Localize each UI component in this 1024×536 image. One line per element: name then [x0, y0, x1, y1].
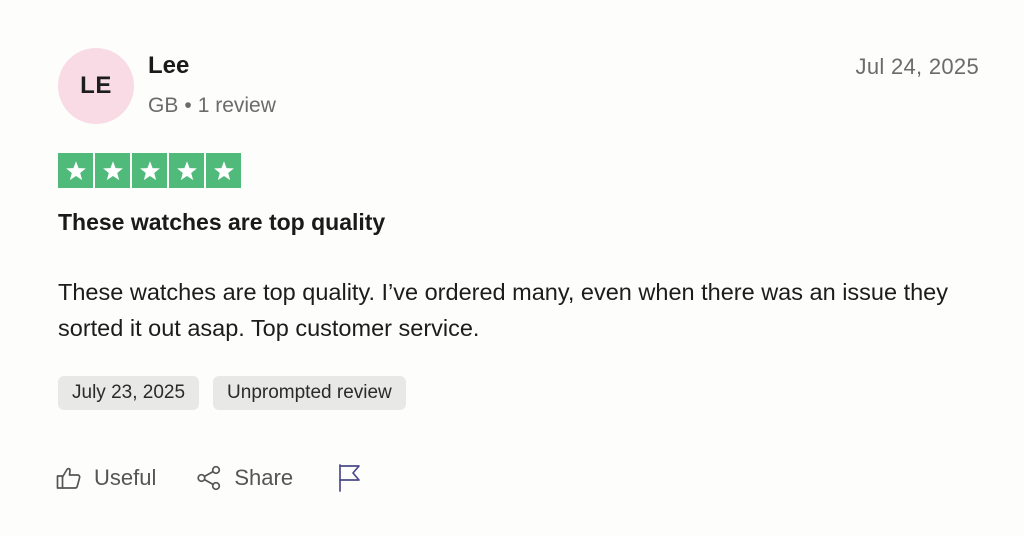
review-title[interactable]: These watches are top quality	[58, 209, 385, 236]
share-button[interactable]: Share	[196, 465, 293, 491]
star-icon	[169, 153, 204, 188]
meta-separator: •	[184, 94, 192, 117]
thumbs-up-icon	[56, 466, 94, 490]
star-rating	[58, 153, 241, 188]
flag-icon	[337, 463, 363, 493]
review-body: These watches are top quality. I’ve orde…	[58, 279, 949, 341]
star-icon	[58, 153, 93, 188]
share-icon	[196, 465, 234, 491]
review-type-badge: Unprompted review	[213, 376, 406, 410]
useful-label: Useful	[94, 465, 157, 490]
reviewer-country: GB	[148, 94, 179, 117]
star-icon	[206, 153, 241, 188]
avatar-initials: LE	[80, 72, 112, 99]
star-icon	[95, 153, 130, 188]
star-icon	[132, 153, 167, 188]
reviewer-meta: GB • 1 review	[148, 94, 276, 118]
review-actions: Useful Share	[56, 463, 363, 493]
review-card: LE Lee GB • 1 review Jul 24, 2025 These …	[0, 0, 1024, 536]
review-tags: July 23, 2025 Unprompted review	[58, 376, 406, 410]
reviewer-review-count: 1 review	[197, 94, 276, 117]
reviewer-name[interactable]: Lee	[148, 52, 189, 80]
review-date: Jul 24, 2025	[855, 54, 979, 79]
report-button[interactable]	[337, 463, 363, 493]
avatar[interactable]: LE	[58, 48, 134, 124]
share-label: Share	[234, 465, 294, 490]
useful-button[interactable]: Useful	[56, 465, 156, 491]
experience-date-badge: July 23, 2025	[58, 376, 200, 410]
